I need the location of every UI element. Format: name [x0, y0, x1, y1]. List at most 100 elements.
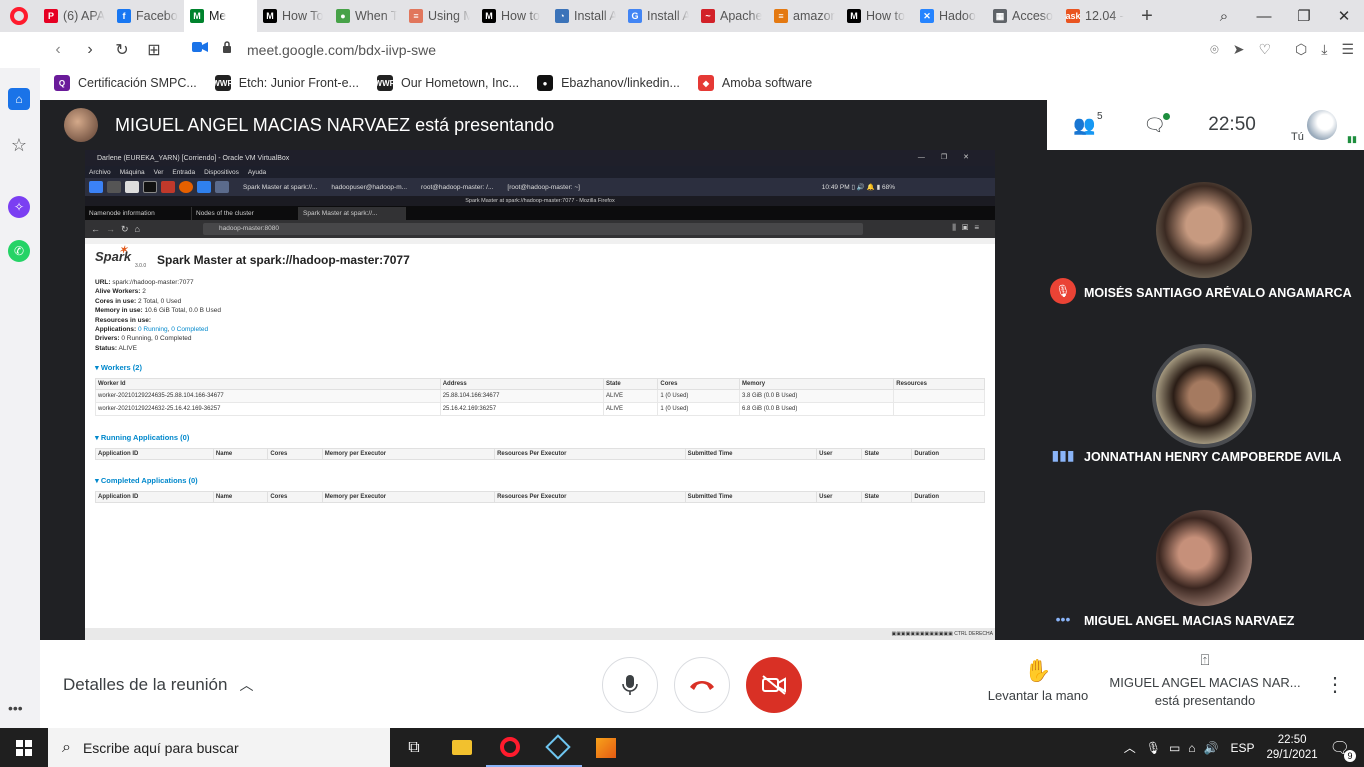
workers-column-header[interactable]: Memory — [739, 378, 895, 390]
language-indicator[interactable]: ESP — [1231, 741, 1255, 755]
running-apps-heading[interactable]: ▾ Running Applications (0) — [95, 433, 189, 442]
reload-icon[interactable]: ↻ — [106, 40, 138, 60]
vbox-menu-item[interactable]: Dispositivos — [204, 169, 239, 176]
start-button[interactable] — [0, 728, 48, 767]
lock-icon[interactable] — [222, 41, 232, 53]
browser-tab[interactable]: P (6) APA — [38, 0, 111, 32]
share-icon[interactable]: ➤ — [1233, 41, 1245, 58]
workers-column-header[interactable]: Resources — [893, 378, 985, 390]
vbox-menu-item[interactable]: Ayuda — [248, 169, 266, 176]
apps-column-header[interactable]: Submitted Time — [684, 448, 818, 460]
bookmark-item[interactable]: Q Certificación SMPC... — [54, 75, 197, 91]
messenger-icon[interactable]: ✧ — [8, 196, 30, 218]
apps-column-header[interactable]: State — [861, 491, 913, 503]
workers-heading[interactable]: ▾ Workers (2) — [95, 363, 142, 372]
vm-app-icon[interactable] — [215, 181, 229, 193]
workers-column-header[interactable]: Address — [439, 378, 605, 390]
minimize-icon[interactable]: — — [1244, 8, 1284, 25]
apps-column-header[interactable]: Submitted Time — [684, 491, 818, 503]
ff-url-field[interactable]: hadoop-master:8080 — [203, 223, 863, 235]
bookmarks-icon[interactable]: ☆ — [8, 134, 30, 156]
download-icon[interactable]: ⤓ — [1321, 41, 1327, 58]
close-window-icon[interactable]: ✕ — [1324, 7, 1364, 25]
tray-clock[interactable]: 22:50 29/1/2021 — [1267, 733, 1318, 763]
ff-forward-icon[interactable]: → — [106, 224, 115, 234]
microphone-button[interactable] — [602, 657, 658, 713]
leave-call-button[interactable] — [674, 657, 730, 713]
worker-id-link[interactable]: worker-20210129224635-25.88.104.166-3467… — [95, 389, 441, 403]
restore-icon[interactable]: ❐ — [1284, 7, 1324, 25]
running-apps-link[interactable]: 0 Running — [138, 326, 168, 333]
heart-icon[interactable]: ♡ — [1258, 41, 1271, 58]
apps-column-header[interactable]: Duration — [911, 491, 985, 503]
apps-column-header[interactable]: Memory per Executor — [321, 491, 496, 503]
volume-icon[interactable]: 🔊 — [1204, 741, 1219, 755]
vm-task[interactable]: Spark Master at spark://... — [243, 184, 317, 191]
tray-expand-icon[interactable]: ︿ — [1124, 739, 1136, 756]
bookmark-item[interactable]: ● Ebazhanov/linkedin... — [537, 75, 680, 91]
workers-column-header[interactable]: Worker Id — [95, 378, 441, 390]
camera-button[interactable] — [746, 657, 802, 713]
vm-menu-icon[interactable] — [89, 181, 103, 193]
apps-column-header[interactable]: Duration — [911, 448, 985, 460]
apps-column-header[interactable]: Name — [212, 448, 269, 460]
apps-column-header[interactable]: Resources Per Executor — [494, 448, 686, 460]
bookmark-item[interactable]: WWR Our Hometown, Inc... — [375, 75, 519, 91]
vm-vscode-icon[interactable] — [197, 181, 211, 193]
opera-taskbar-icon[interactable] — [486, 728, 534, 767]
ff-home-icon[interactable]: ⌂ — [135, 224, 140, 234]
ff-tab[interactable]: Nodes of the cluster — [192, 207, 299, 220]
ff-back-icon[interactable]: ← — [91, 224, 100, 234]
vbox-menu-item[interactable]: Archivo — [89, 169, 111, 176]
bookmark-item[interactable]: ◆ Amoba software — [697, 75, 812, 91]
self-avatar[interactable] — [1307, 110, 1337, 140]
workers-column-header[interactable]: State — [602, 378, 659, 390]
raise-hand-button[interactable]: ✋ Levantar la mano — [983, 658, 1093, 703]
vm-task[interactable]: hadoopuser@hadoop-m... — [331, 184, 407, 191]
forward-icon[interactable]: › — [74, 41, 106, 59]
more-options-icon[interactable]: ⋮ — [1325, 672, 1345, 697]
sidebar-more-icon[interactable]: ••• — [8, 700, 23, 716]
task-view-icon[interactable]: ⧉ — [390, 728, 438, 767]
easy-setup-icon[interactable]: ☰ — [1341, 41, 1354, 58]
workers-column-header[interactable]: Cores — [657, 378, 741, 390]
completed-apps-heading[interactable]: ▾ Completed Applications (0) — [95, 476, 198, 485]
browser-tab[interactable]: M How to — [476, 0, 549, 32]
browser-tab[interactable]: ● When T — [330, 0, 403, 32]
chat-icon[interactable]: 🗨 — [1143, 112, 1171, 136]
vm-files-icon[interactable] — [125, 181, 139, 193]
vm-terminal-icon[interactable] — [143, 181, 157, 193]
apps-column-header[interactable]: Application ID — [95, 448, 214, 460]
vbox-menu-item[interactable]: Entrada — [172, 169, 195, 176]
whatsapp-icon[interactable]: ✆ — [8, 240, 30, 262]
snapshot-icon[interactable]: ⌾ — [1210, 41, 1218, 58]
participant-tile[interactable]: ▮▮▮ JONNATHAN HENRY CAMPOBERDE AVILA — [1042, 314, 1364, 476]
file-explorer-icon[interactable] — [438, 728, 486, 767]
browser-tab[interactable]: ~ Apache — [695, 0, 768, 32]
people-icon[interactable]: 👥 5 — [1073, 111, 1103, 136]
browser-tab[interactable]: M How To — [257, 0, 330, 32]
browser-tab[interactable]: G Install A — [622, 0, 695, 32]
vm-task[interactable]: root@hadoop-master: /... — [421, 184, 493, 191]
speed-dial-icon[interactable]: ⊞ — [138, 40, 170, 60]
network-icon[interactable]: ⌂ — [1188, 741, 1195, 755]
worker-id-link[interactable]: worker-20210129224632-25.16.42.169-36257 — [95, 402, 441, 416]
browser-tab[interactable]: ▦ Acceso — [987, 0, 1060, 32]
app-taskbar-icon[interactable] — [582, 728, 630, 767]
browser-tab[interactable]: f Facebo — [111, 0, 184, 32]
browser-tab[interactable]: ≡ Using M — [403, 0, 476, 32]
bookmark-item[interactable]: WWR Etch: Junior Front-e... — [212, 75, 359, 91]
browser-tab[interactable]: ✕ Hadoo — [914, 0, 987, 32]
apps-column-header[interactable]: Memory per Executor — [321, 448, 496, 460]
ff-reload-icon[interactable]: ↻ — [121, 224, 129, 235]
apps-column-header[interactable]: State — [861, 448, 913, 460]
opera-menu-icon[interactable] — [0, 0, 38, 32]
new-tab-icon[interactable]: + — [1133, 5, 1161, 28]
browser-tab[interactable]: M Me — [184, 0, 257, 32]
tray-mic-icon[interactable]: 🎙 — [1146, 741, 1161, 755]
browser-tab[interactable]: ≡ amazon — [768, 0, 841, 32]
apps-column-header[interactable]: Resources Per Executor — [494, 491, 686, 503]
home-icon[interactable]: ⌂ — [8, 88, 30, 110]
notifications-icon[interactable]: 🗨 9 — [1330, 738, 1356, 762]
vm-task[interactable]: [root@hadoop-master: ~] — [507, 184, 580, 191]
